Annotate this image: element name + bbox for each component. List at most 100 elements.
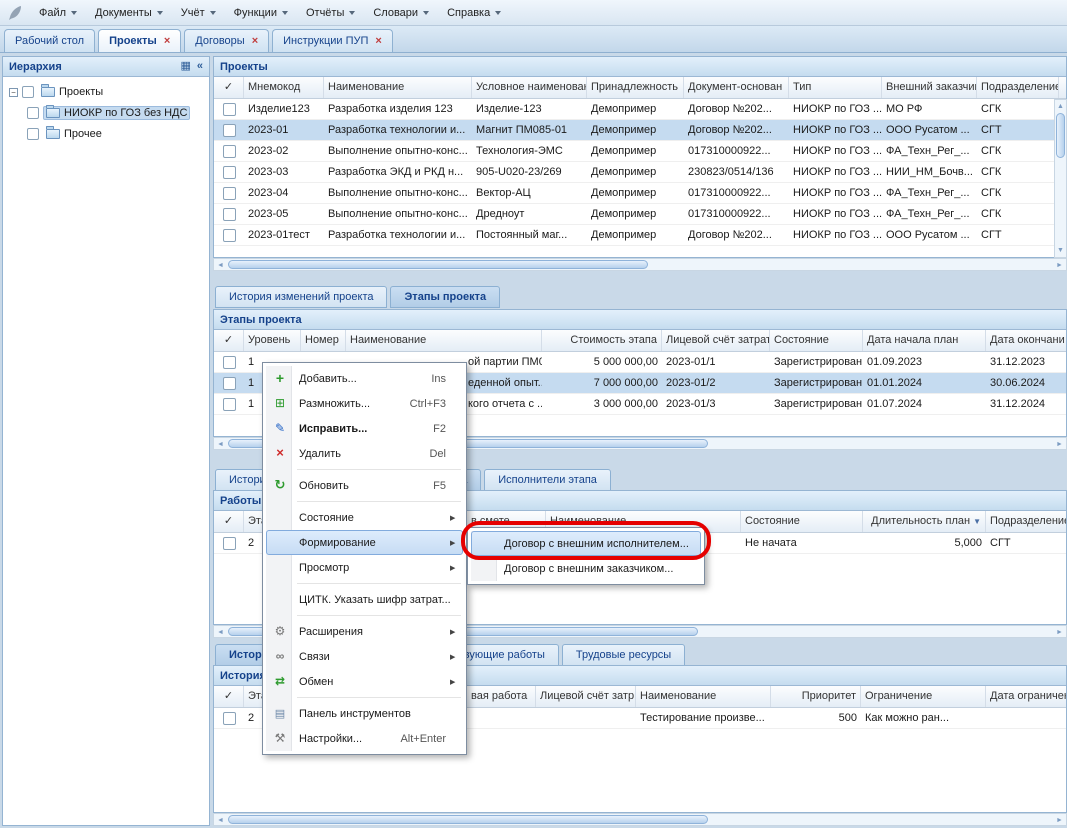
row-checkbox[interactable] xyxy=(223,187,236,200)
scroll-up-icon[interactable]: ▲ xyxy=(1055,101,1066,112)
menu-item[interactable]: Формирование▶ xyxy=(266,530,463,555)
menu-item[interactable]: Обмен▶ xyxy=(266,669,463,694)
scroll-left-icon[interactable]: ◄ xyxy=(215,260,226,271)
column-header[interactable]: Состояние xyxy=(770,330,863,351)
tree-checkbox[interactable] xyxy=(27,107,39,119)
column-header[interactable]: Условное наименован xyxy=(472,77,587,98)
scroll-down-icon[interactable]: ▼ xyxy=(1055,245,1066,256)
menu-item[interactable]: Договор с внешним исполнителем... xyxy=(471,531,701,556)
menu-item[interactable]: Панель инструментов xyxy=(266,701,463,726)
close-tab-icon[interactable]: × xyxy=(375,36,381,46)
column-header[interactable]: Приоритет xyxy=(771,686,861,707)
detail-tab[interactable]: История изменений проекта xyxy=(215,286,387,308)
window-tab[interactable]: Договоры× xyxy=(184,29,269,52)
window-tab[interactable]: Инструкции ПУП× xyxy=(272,29,393,52)
row-checkbox[interactable] xyxy=(223,229,236,242)
column-header[interactable]: Дата окончани xyxy=(986,330,1067,351)
column-header[interactable]: Состояние xyxy=(741,511,863,532)
vertical-scrollbar[interactable]: ▲ ▼ xyxy=(1054,99,1067,258)
scroll-left-icon[interactable]: ◄ xyxy=(215,439,226,450)
scrollbar-thumb[interactable] xyxy=(228,815,708,824)
column-header[interactable]: Внешний заказчик xyxy=(882,77,977,98)
menu-item[interactable]: Размножить...Ctrl+F3 xyxy=(266,391,463,416)
column-header[interactable]: Лицевой счёт затр xyxy=(536,686,636,707)
column-header[interactable]: Лицевой счёт затрат xyxy=(662,330,770,351)
close-tab-icon[interactable]: × xyxy=(252,36,258,46)
menubar-item[interactable]: Файл xyxy=(30,3,86,23)
tree-item[interactable]: НИОКР по ГОЗ без НДС xyxy=(5,103,207,123)
menubar-item[interactable]: Словари xyxy=(364,3,438,23)
row-checkbox[interactable] xyxy=(223,356,236,369)
row-checkbox[interactable] xyxy=(223,166,236,179)
menu-item[interactable]: Связи▶ xyxy=(266,644,463,669)
window-tab[interactable]: Проекты× xyxy=(98,29,181,52)
row-checkbox[interactable] xyxy=(223,398,236,411)
menubar-item[interactable]: Функции xyxy=(225,3,297,23)
menu-item[interactable]: Исправить...F2 xyxy=(266,416,463,441)
table-row[interactable]: 2023-05Выполнение опытно-конс...Дредноут… xyxy=(214,204,1066,225)
scrollbar-thumb[interactable] xyxy=(228,260,648,269)
column-header[interactable]: Подразделение-испо xyxy=(986,511,1067,532)
column-header[interactable]: Мнемокод xyxy=(244,77,324,98)
table-row[interactable]: 2023-04Выполнение опытно-конс...Вектор-А… xyxy=(214,183,1066,204)
column-header[interactable]: Принадлежность xyxy=(587,77,684,98)
detail-tab[interactable]: Трудовые ресурсы xyxy=(562,644,685,666)
grid-search-icon[interactable]: ▦ xyxy=(180,61,190,72)
menubar-item[interactable]: Учёт xyxy=(172,3,225,23)
row-checkbox[interactable] xyxy=(223,377,236,390)
scroll-right-icon[interactable]: ► xyxy=(1054,260,1065,271)
menubar-item[interactable]: Документы xyxy=(86,3,172,23)
menu-item[interactable]: Настройки...Alt+Enter xyxy=(266,726,463,751)
tree-checkbox[interactable] xyxy=(22,86,34,98)
column-header[interactable]: ✓ xyxy=(214,686,244,707)
column-header[interactable]: Длительность план▼ xyxy=(863,511,986,532)
scroll-right-icon[interactable]: ► xyxy=(1054,815,1065,826)
column-header[interactable]: Дата начала план xyxy=(863,330,986,351)
column-header[interactable]: ✓ xyxy=(214,511,244,532)
close-tab-icon[interactable]: × xyxy=(164,36,170,46)
menu-item[interactable]: ОбновитьF5 xyxy=(266,473,463,498)
horizontal-scrollbar[interactable]: ◄ ► xyxy=(213,258,1067,271)
detail-tab[interactable]: Исполнители этапа xyxy=(484,469,611,491)
scroll-right-icon[interactable]: ► xyxy=(1054,439,1065,450)
menu-item[interactable]: Состояние▶ xyxy=(266,505,463,530)
scroll-left-icon[interactable]: ◄ xyxy=(215,815,226,826)
scroll-left-icon[interactable]: ◄ xyxy=(215,627,226,638)
window-tab[interactable]: Рабочий стол xyxy=(4,29,95,52)
column-header[interactable]: Наименование xyxy=(636,686,771,707)
horizontal-scrollbar[interactable]: ◄ ► xyxy=(213,813,1067,826)
column-header[interactable]: Дата ограничени xyxy=(986,686,1067,707)
table-row[interactable]: Изделие123Разработка изделия 123Изделие-… xyxy=(214,99,1066,120)
row-checkbox[interactable] xyxy=(223,124,236,137)
detail-tab[interactable]: Этапы проекта xyxy=(390,286,500,308)
menu-item[interactable]: ЦИТК. Указать шифр затрат... xyxy=(266,587,463,612)
scroll-right-icon[interactable]: ► xyxy=(1054,627,1065,638)
table-row[interactable]: 2023-01тестРазработка технологии и...Пос… xyxy=(214,225,1066,246)
tree-expander-icon[interactable]: − xyxy=(9,88,18,97)
column-header[interactable]: ✓ xyxy=(214,77,244,98)
column-header[interactable]: Ограничение xyxy=(861,686,986,707)
row-checkbox[interactable] xyxy=(223,103,236,116)
table-row[interactable]: 2023-01Разработка технологии и...Магнит … xyxy=(214,120,1066,141)
column-header[interactable]: Подразделение xyxy=(977,77,1059,98)
column-header[interactable]: Документ-основан xyxy=(684,77,789,98)
column-header[interactable]: Уровень xyxy=(244,330,301,351)
row-checkbox[interactable] xyxy=(223,537,236,550)
menubar-item[interactable]: Справка xyxy=(438,3,510,23)
menu-item[interactable]: Просмотр▶ xyxy=(266,555,463,580)
menubar-item[interactable]: Отчёты xyxy=(297,3,364,23)
tree-item[interactable]: −Проекты xyxy=(5,82,207,102)
row-checkbox[interactable] xyxy=(223,145,236,158)
table-row[interactable]: 2023-02Выполнение опытно-конс...Технолог… xyxy=(214,141,1066,162)
column-header[interactable]: Номер xyxy=(301,330,346,351)
column-header[interactable]: Тип xyxy=(789,77,882,98)
tree-item[interactable]: Прочее xyxy=(5,124,207,144)
menu-item[interactable]: Расширения▶ xyxy=(266,619,463,644)
table-row[interactable]: 2023-03Разработка ЭКД и РКД н...905-U020… xyxy=(214,162,1066,183)
row-checkbox[interactable] xyxy=(223,208,236,221)
menu-item[interactable]: Договор с внешним заказчиком... xyxy=(471,556,701,581)
column-header[interactable]: Наименование xyxy=(346,330,542,351)
tree-checkbox[interactable] xyxy=(27,128,39,140)
menu-item[interactable]: Добавить...Ins xyxy=(266,366,463,391)
row-checkbox[interactable] xyxy=(223,712,236,725)
